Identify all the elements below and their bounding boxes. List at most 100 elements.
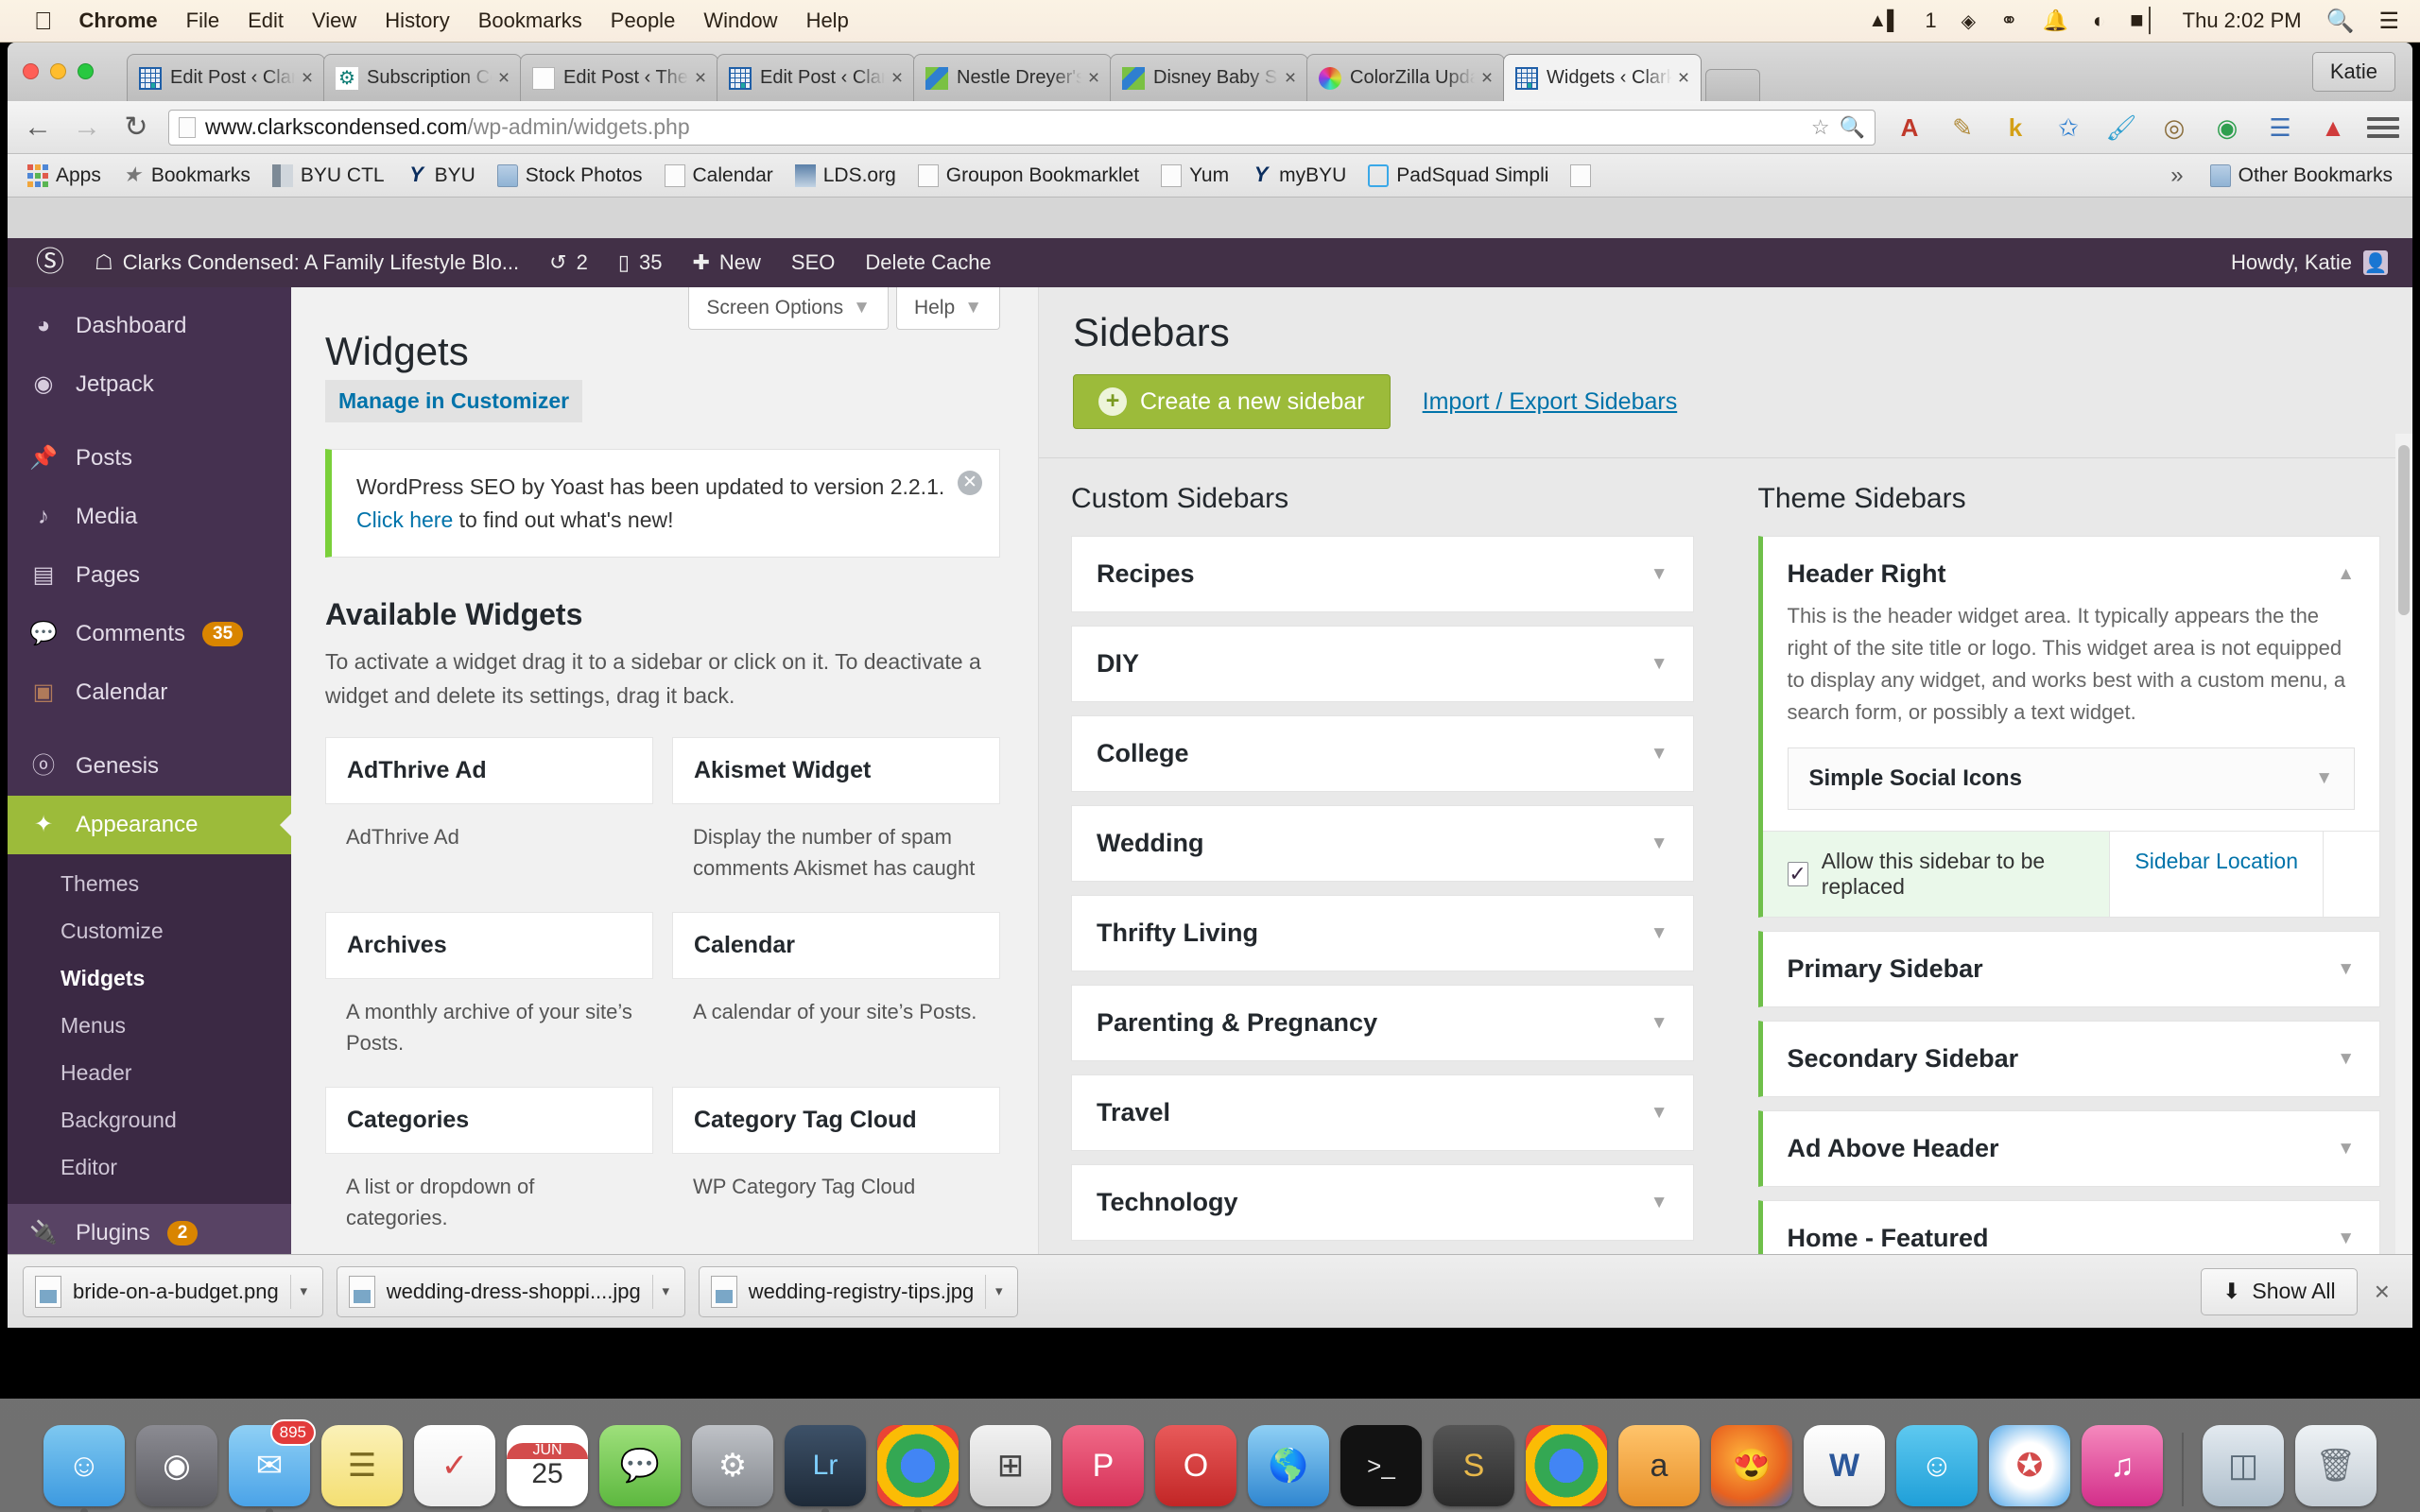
stumbleupon-icon[interactable]: ◎ bbox=[2155, 115, 2193, 140]
delete-cache-link[interactable]: Delete Cache bbox=[850, 250, 1006, 275]
minimize-window-button[interactable] bbox=[50, 63, 66, 79]
chevron-down-icon[interactable]: ▼ bbox=[2315, 768, 2333, 789]
download-item[interactable]: bride-on-a-budget.png ▾ bbox=[23, 1265, 323, 1317]
bookmark-byu-ctl[interactable]: BYU CTL bbox=[264, 161, 393, 191]
chevron-down-icon[interactable]: ▾ bbox=[289, 1274, 317, 1309]
dropbox-icon[interactable]: ◈ bbox=[1962, 9, 1976, 33]
tab-edit-post-clark-1[interactable]: Edit Post ‹ Clark × bbox=[127, 54, 325, 101]
sidebar-accordion-thrifty-living[interactable]: Thrifty Living ▼ bbox=[1071, 895, 1694, 971]
import-export-sidebars-link[interactable]: Import / Export Sidebars bbox=[1423, 388, 1678, 416]
sidebar-accordion-travel[interactable]: Travel ▼ bbox=[1071, 1074, 1694, 1151]
widget-card-header[interactable]: Categories bbox=[325, 1087, 653, 1155]
sublime-icon[interactable]: S bbox=[1433, 1425, 1514, 1506]
screen-options-button[interactable]: Screen Options ▼ bbox=[688, 287, 889, 330]
launchpad-icon[interactable]: ◉ bbox=[136, 1425, 217, 1506]
bookmark-padsquad-simpli[interactable]: PadSquad Simpli bbox=[1359, 161, 1557, 191]
chrome-canary-icon[interactable] bbox=[1526, 1425, 1607, 1506]
firefox-icon[interactable]: 😍 bbox=[1711, 1425, 1792, 1506]
chevron-down-icon[interactable]: ▾ bbox=[651, 1274, 679, 1309]
chrome-icon[interactable] bbox=[877, 1425, 959, 1512]
menu-item-view[interactable]: View bbox=[312, 9, 356, 33]
pencil-icon[interactable]: ✎ bbox=[1944, 115, 1981, 140]
tab-edit-post-clark-2[interactable]: Edit Post ‹ Clark × bbox=[717, 54, 915, 101]
site-name-link[interactable]: ☖ Clarks Condensed: A Family Lifestyle Bl… bbox=[79, 250, 534, 275]
menu-item-chrome[interactable]: Chrome bbox=[79, 9, 158, 33]
menu-item-help[interactable]: Help bbox=[806, 9, 849, 33]
reload-button[interactable]: ↻ bbox=[119, 112, 153, 142]
bookmark-star-icon[interactable]: ☆ bbox=[1811, 115, 1830, 140]
new-tab-button[interactable] bbox=[1705, 69, 1760, 101]
manage-in-customizer-button[interactable]: Manage in Customizer bbox=[325, 380, 583, 422]
tab-colorzilla-updat[interactable]: ColorZilla Updat × bbox=[1306, 54, 1505, 101]
widget-card-header[interactable]: Akismet Widget bbox=[672, 737, 1000, 805]
sidebar-item-jetpack[interactable]: ◉ Jetpack bbox=[8, 355, 291, 414]
stacks-icon[interactable]: ◫ bbox=[2203, 1425, 2284, 1506]
close-window-button[interactable] bbox=[23, 63, 39, 79]
sidebar-item-header[interactable]: Header bbox=[8, 1049, 291, 1096]
sidebar-item-themes[interactable]: Themes bbox=[8, 860, 291, 907]
updates-link[interactable]: ↺ 2 bbox=[534, 250, 603, 275]
show-all-downloads-button[interactable]: ⬇ Show All bbox=[2201, 1267, 2358, 1315]
widget-card[interactable]: Akismet Widget Display the number of spa… bbox=[672, 737, 1000, 912]
clock[interactable]: Thu 2:02 PM bbox=[2183, 9, 2302, 33]
menu-item-people[interactable]: People bbox=[611, 9, 676, 33]
k-icon[interactable]: k bbox=[1996, 115, 2034, 140]
create-new-sidebar-button[interactable]: + Create a new sidebar bbox=[1073, 374, 1391, 429]
calendar-icon[interactable]: JUN 25 bbox=[507, 1425, 588, 1506]
scrollbar-thumb[interactable] bbox=[2398, 445, 2410, 615]
bookmark-lds-org[interactable]: LDS.org bbox=[786, 161, 905, 191]
help-button[interactable]: Help ▼ bbox=[895, 287, 1000, 330]
sidebar-accordion-secondary-sidebar[interactable]: Secondary Sidebar ▼ bbox=[1757, 1021, 2380, 1098]
download-item[interactable]: wedding-dress-shoppi....jpg ▾ bbox=[336, 1265, 685, 1317]
sidebar-panel-header[interactable]: Header Right ▲ bbox=[1763, 537, 2380, 600]
apple-logo-icon[interactable]:  bbox=[34, 9, 53, 33]
widget-instance-simple-social-icons[interactable]: Simple Social Icons ▼ bbox=[1787, 747, 2355, 811]
address-bar[interactable]: www.clarkscondensed.com/wp-admin/widgets… bbox=[168, 109, 1876, 146]
chevron-down-icon[interactable]: ▼ bbox=[2337, 1228, 2355, 1249]
sidebar-item-genesis[interactable]: ⓞ Genesis bbox=[8, 737, 291, 796]
chevron-down-icon[interactable]: ▼ bbox=[2337, 1139, 2355, 1160]
chevron-down-icon[interactable]: ▼ bbox=[2337, 1049, 2355, 1070]
y-icon[interactable]: ▲ bbox=[2314, 115, 2352, 140]
sidebar-item-comments[interactable]: 💬 Comments 35 bbox=[8, 605, 291, 663]
search-icon[interactable]: 🔍 bbox=[1840, 115, 1865, 140]
widget-card[interactable]: Category Tag Cloud WP Category Tag Cloud bbox=[672, 1087, 1000, 1262]
tab-edit-post-the-e[interactable]: Edit Post ‹ The E × bbox=[520, 54, 718, 101]
chevron-down-icon[interactable]: ▼ bbox=[1651, 564, 1668, 585]
chevron-down-icon[interactable]: ▼ bbox=[1651, 744, 1668, 765]
close-icon[interactable]: × bbox=[1281, 68, 1300, 88]
download-item[interactable]: wedding-registry-tips.jpg ▾ bbox=[698, 1265, 1019, 1317]
close-icon[interactable]: × bbox=[1084, 68, 1103, 88]
close-icon[interactable]: ✕ bbox=[958, 471, 982, 495]
comments-link[interactable]: ▯ 35 bbox=[603, 250, 678, 275]
sidebar-item-menus[interactable]: Menus bbox=[8, 1002, 291, 1049]
system-preferences-icon[interactable]: ⚙ bbox=[692, 1425, 773, 1506]
shield-icon[interactable]: ⚭ bbox=[2000, 9, 2017, 33]
widget-card-header[interactable]: AdThrive Ad bbox=[325, 737, 653, 805]
notes-icon[interactable]: ☰ bbox=[321, 1425, 403, 1506]
bookmarks-overflow-chevron[interactable]: » bbox=[2157, 163, 2196, 189]
menu-item-history[interactable]: History bbox=[385, 9, 449, 33]
bookmark-mybyu[interactable]: YmyBYU bbox=[1242, 161, 1355, 191]
chevron-down-icon[interactable]: ▼ bbox=[1651, 1103, 1668, 1124]
globe-icon[interactable]: 🌎 bbox=[1248, 1425, 1329, 1506]
tab-subscription-co[interactable]: ⚙ Subscription Co × bbox=[323, 54, 522, 101]
close-icon[interactable]: × bbox=[2375, 1277, 2397, 1307]
allow-replace-checkbox-row[interactable]: ✓ Allow this sidebar to be replaced bbox=[1762, 832, 2110, 918]
chevron-down-icon[interactable]: ▼ bbox=[1651, 833, 1668, 854]
chevron-down-icon[interactable]: ▼ bbox=[1651, 654, 1668, 675]
sidebar-accordion-diy[interactable]: DIY ▼ bbox=[1071, 626, 1694, 702]
opera-icon[interactable]: O bbox=[1155, 1425, 1236, 1506]
pocket-icon[interactable]: P bbox=[1063, 1425, 1144, 1506]
sidebar-item-calendar[interactable]: ▣ Calendar bbox=[8, 663, 291, 722]
sidebar-location-link[interactable]: Sidebar Location bbox=[2109, 832, 2323, 918]
widget-card-header[interactable]: Category Tag Cloud bbox=[672, 1087, 1000, 1155]
terminal-icon[interactable]: >_ bbox=[1340, 1425, 1422, 1506]
bookmark-unnamed[interactable] bbox=[1562, 161, 1599, 191]
trash-icon[interactable]: 🗑 bbox=[2295, 1425, 2377, 1506]
reminders-icon[interactable]: ✓ bbox=[414, 1425, 495, 1506]
sidebar-item-editor[interactable]: Editor bbox=[8, 1143, 291, 1191]
eyedropper-icon[interactable]: 🖌 bbox=[2102, 115, 2140, 140]
sidebar-item-widgets[interactable]: Widgets bbox=[8, 954, 291, 1002]
calculator-icon[interactable]: ⊞ bbox=[970, 1425, 1051, 1506]
